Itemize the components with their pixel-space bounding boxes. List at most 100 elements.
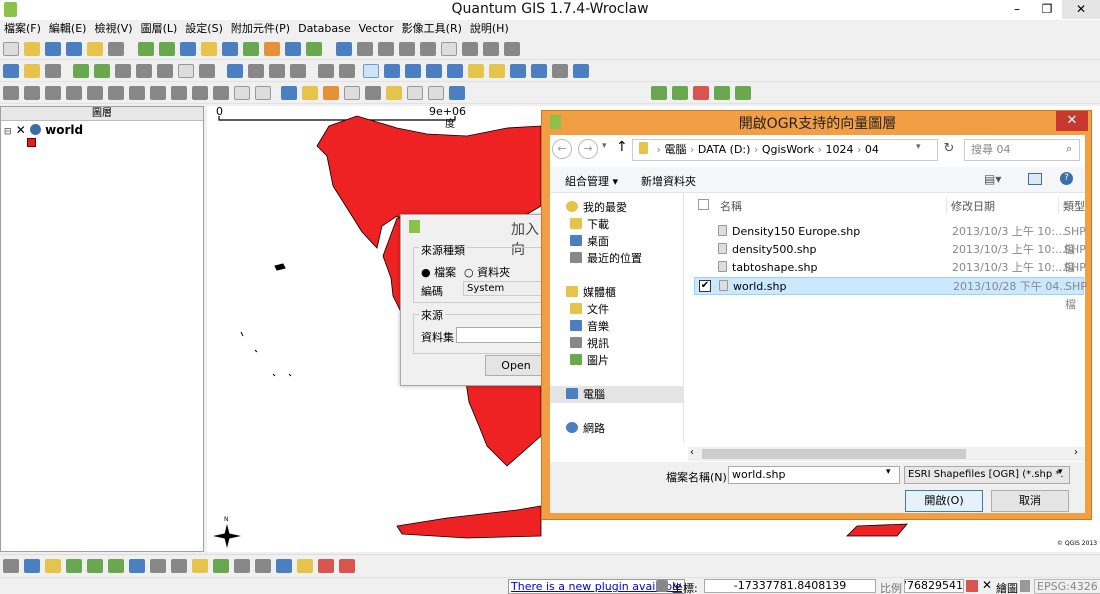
add-wms-icon[interactable] (222, 42, 238, 56)
menu-raster[interactable]: 影像工具(R) (398, 20, 466, 38)
scroll-left-icon[interactable]: ‹ (690, 447, 694, 458)
visibility-checkbox[interactable]: ✕ (16, 123, 26, 137)
print-composer-icon[interactable] (87, 42, 103, 56)
menu-plugins[interactable]: 附加元件(P) (227, 20, 294, 38)
add-feature-icon[interactable] (378, 42, 394, 56)
new-layer-icon[interactable] (264, 42, 280, 56)
plugin-m-icon[interactable] (255, 559, 271, 573)
digitize-4-icon[interactable] (73, 64, 89, 78)
menu-view[interactable]: 檢視(V) (90, 20, 136, 38)
save-edits-icon[interactable] (357, 42, 373, 56)
digitize-1-icon[interactable] (3, 64, 19, 78)
plugin-p-icon[interactable] (318, 559, 334, 573)
identify-icon[interactable] (281, 86, 297, 100)
adv-edit-4-icon[interactable] (108, 86, 124, 100)
pan-icon[interactable] (363, 64, 379, 78)
layer-row-world[interactable]: ⊟ ✕ world (4, 123, 199, 137)
digitize-6-icon[interactable] (115, 64, 131, 78)
menu-database[interactable]: Database (294, 20, 355, 38)
filename-dropdown-icon[interactable]: ▾ (886, 467, 891, 477)
filter-dropdown-icon[interactable]: ▾ (1058, 467, 1063, 477)
column-type[interactable]: 類型 (1058, 198, 1085, 214)
open-button[interactable]: 開啟(O) (905, 490, 983, 512)
new-bookmark-icon[interactable] (407, 86, 423, 100)
scroll-right-icon[interactable]: › (1074, 447, 1078, 458)
scroll-thumb[interactable] (702, 449, 966, 459)
save-project-icon[interactable] (45, 42, 61, 56)
menu-vector[interactable]: Vector (355, 20, 398, 38)
menu-edit[interactable]: 編輯(E) (45, 20, 91, 38)
node-tool-icon[interactable] (420, 42, 436, 56)
tree-recent[interactable]: 最近的位置 (550, 250, 683, 267)
zoom-actual-icon[interactable] (426, 64, 442, 78)
menu-help[interactable]: 說明(H) (466, 20, 513, 38)
undo-icon[interactable] (3, 86, 19, 100)
measure-icon[interactable] (365, 86, 381, 100)
digitize-7-icon[interactable] (136, 64, 152, 78)
coordinate-toggle-icon[interactable] (656, 580, 668, 592)
paste-icon[interactable] (504, 42, 520, 56)
digitize-8-icon[interactable] (157, 64, 173, 78)
tree-libraries[interactable]: 媒體櫃 (550, 284, 683, 301)
search-input[interactable]: 搜尋 04 (964, 139, 1080, 161)
tree-videos[interactable]: 視訊 (550, 335, 683, 352)
annotation-icon[interactable] (449, 86, 465, 100)
tree-pictures[interactable]: 圖片 (550, 352, 683, 369)
tree-network[interactable]: 網路 (550, 420, 683, 437)
plugin-q-icon[interactable] (339, 559, 355, 573)
file-type-filter[interactable]: ESRI Shapefiles [OGR] (*.shp *. (904, 466, 1070, 484)
crs-label[interactable]: EPSG:4326 (1034, 579, 1100, 594)
radio-file[interactable]: ● 檔案 (421, 264, 456, 280)
plugin-o-icon[interactable] (297, 559, 313, 573)
adv-edit-5-icon[interactable] (129, 86, 145, 100)
help-icon[interactable]: ? (1060, 172, 1073, 185)
snap-4-icon[interactable] (290, 64, 306, 78)
tree-favorites[interactable]: 我的最愛 (550, 199, 683, 216)
plugin-f-icon[interactable] (108, 559, 124, 573)
file-checkbox[interactable]: ✔ (699, 280, 711, 292)
zoom-selection-icon[interactable] (468, 64, 484, 78)
zoom-full-icon[interactable] (447, 64, 463, 78)
menu-file[interactable]: 檔案(F) (0, 20, 45, 38)
label-2-icon[interactable] (339, 64, 355, 78)
plugin-c-icon[interactable] (45, 559, 61, 573)
plugin-e-icon[interactable] (87, 559, 103, 573)
zoom-next-icon[interactable] (531, 64, 547, 78)
plugin-b-icon[interactable] (24, 559, 40, 573)
digitize-5-icon[interactable] (94, 64, 110, 78)
dialog-close-button[interactable]: ✕ (1056, 111, 1088, 131)
address-bar[interactable]: › 電腦 › DATA (D:) › QgisWork › 1024 › 04 (632, 139, 938, 161)
new-project-icon[interactable] (3, 42, 19, 56)
plugin-d-icon[interactable] (66, 559, 82, 573)
breadcrumb-computer[interactable]: 電腦 (664, 143, 686, 156)
adv-edit-6-icon[interactable] (150, 86, 166, 100)
view-options-icon[interactable]: ▤▾ (984, 172, 1001, 186)
adv-edit-10-icon[interactable] (234, 86, 250, 100)
remove-layer-icon[interactable] (285, 42, 301, 56)
collapse-icon[interactable]: ⊟ (4, 127, 12, 137)
adv-edit-2-icon[interactable] (66, 86, 82, 100)
add-raster-icon[interactable] (159, 42, 175, 56)
open-project-icon[interactable] (24, 42, 40, 56)
select-icon[interactable] (302, 86, 318, 100)
close-button[interactable]: ✕ (1062, 0, 1100, 19)
snap-3-icon[interactable] (269, 64, 285, 78)
maximize-button[interactable]: ❐ (1032, 0, 1062, 19)
radio-folder[interactable]: ○ 資料夾 (464, 264, 510, 280)
refresh-icon[interactable]: ↻ (940, 139, 958, 161)
plugin-a-icon[interactable] (3, 559, 19, 573)
save-as-icon[interactable] (66, 42, 82, 56)
attribute-table-icon[interactable] (344, 86, 360, 100)
organize-menu[interactable]: 組合管理 ▾ (565, 173, 618, 189)
layer-misc-icon[interactable] (306, 42, 322, 56)
cancel-button[interactable]: 取消 (991, 490, 1069, 512)
address-dropdown-icon[interactable]: ▾ (916, 142, 921, 152)
show-bookmarks-icon[interactable] (428, 86, 444, 100)
snap-2-icon[interactable] (248, 64, 264, 78)
adv-edit-8-icon[interactable] (192, 86, 208, 100)
tree-desktop[interactable]: 桌面 (550, 233, 683, 250)
open-button[interactable]: Open (485, 355, 547, 376)
encoding-select[interactable]: System (463, 281, 547, 296)
label-1-icon[interactable] (318, 64, 334, 78)
tree-downloads[interactable]: 下載 (550, 216, 683, 233)
